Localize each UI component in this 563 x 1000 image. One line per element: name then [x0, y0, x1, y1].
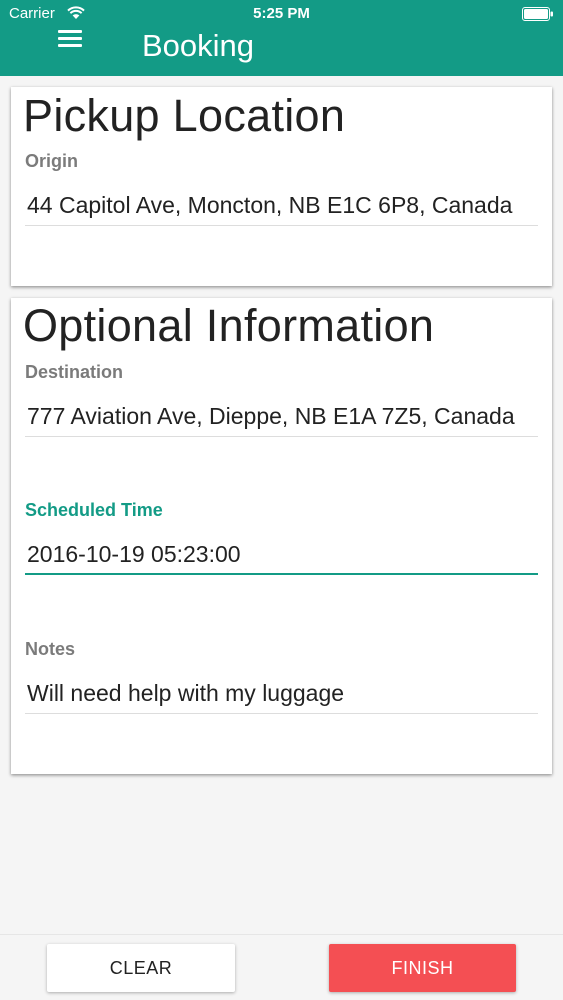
- clear-button[interactable]: CLEAR: [47, 944, 235, 992]
- optional-information-card: Optional Information Destination Schedul…: [11, 298, 552, 774]
- finish-button[interactable]: FINISH: [329, 944, 516, 992]
- bottom-action-bar: CLEAR FINISH: [0, 934, 563, 1000]
- scheduled-time-label: Scheduled Time: [25, 500, 163, 520]
- destination-input[interactable]: [25, 397, 538, 437]
- origin-input[interactable]: [25, 186, 538, 226]
- status-time: 5:25 PM: [253, 5, 310, 22]
- app-header: Carrier 5:25 PM Booking: [0, 0, 563, 76]
- pickup-location-title: Pickup Location: [23, 90, 346, 141]
- status-bar: Carrier 5:25 PM: [0, 0, 563, 28]
- battery-icon: [522, 7, 553, 21]
- booking-screen: Carrier 5:25 PM Booking Pickup Location …: [0, 0, 563, 1000]
- hamburger-menu-icon[interactable]: [58, 28, 84, 50]
- notes-label: Notes: [25, 639, 76, 659]
- pickup-location-card: Pickup Location Origin: [11, 87, 552, 286]
- optional-information-title: Optional Information: [23, 300, 435, 351]
- page-title: Booking: [142, 28, 255, 63]
- scheduled-time-input[interactable]: [25, 535, 538, 575]
- destination-label: Destination: [25, 362, 124, 382]
- notes-input[interactable]: [25, 674, 538, 714]
- origin-label: Origin: [25, 151, 78, 171]
